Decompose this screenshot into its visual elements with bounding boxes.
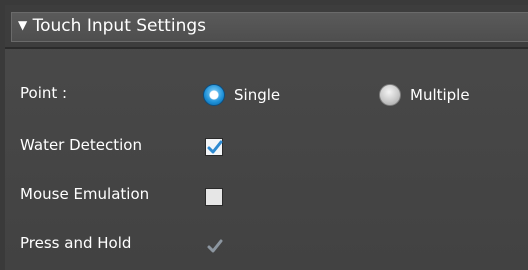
touch-input-settings-panel: ▼ Touch Input Settings Point : Single Mu… — [5, 5, 528, 270]
checkmark-disabled-icon — [207, 239, 223, 253]
water-detection-checkbox[interactable] — [205, 138, 223, 156]
panel-title-text: Touch Input Settings — [32, 16, 206, 36]
point-label: Point : — [20, 84, 68, 102]
radio-single-label[interactable]: Single — [234, 86, 280, 104]
radio-single[interactable] — [203, 84, 225, 106]
checkmark-icon — [207, 140, 223, 154]
press-and-hold-checkbox[interactable] — [205, 237, 223, 255]
mouse-emulation-checkbox[interactable] — [205, 188, 223, 206]
radio-multiple[interactable] — [379, 84, 401, 106]
mouse-emulation-label: Mouse Emulation — [20, 185, 150, 203]
water-detection-label: Water Detection — [20, 136, 142, 154]
panel-title: ▼ Touch Input Settings — [18, 16, 206, 36]
panel-header-bar[interactable]: ▼ Touch Input Settings — [11, 12, 528, 42]
panel-header: ▼ Touch Input Settings — [5, 5, 528, 49]
collapse-arrow-icon: ▼ — [18, 18, 28, 32]
radio-multiple-label[interactable]: Multiple — [410, 86, 470, 104]
press-and-hold-label: Press and Hold — [20, 234, 132, 252]
